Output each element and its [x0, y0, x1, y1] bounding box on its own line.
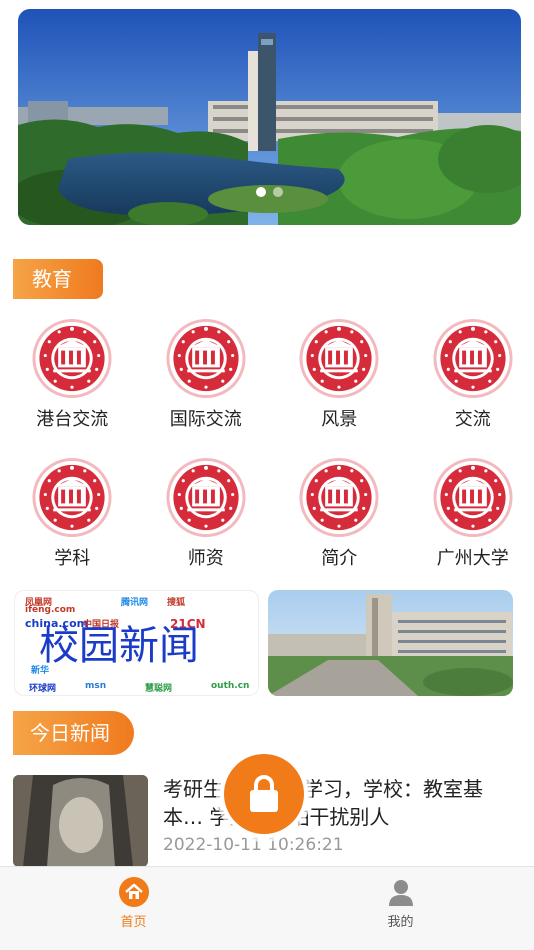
grid-item-guangzhou-university[interactable]: 广州大学 — [401, 457, 534, 570]
grid-item-faculty[interactable]: 师资 — [134, 457, 268, 570]
tab-home[interactable]: 首页 — [0, 867, 267, 950]
grid-item-label: 广州大学 — [436, 548, 509, 569]
article-thumbnail — [13, 775, 148, 867]
grid-item-scenery[interactable]: 风景 — [267, 318, 401, 431]
university-seal-icon — [32, 318, 112, 399]
carousel-dots — [18, 187, 521, 197]
lock-icon — [250, 775, 278, 812]
grid-item-intro[interactable]: 简介 — [267, 457, 401, 570]
grid-item-international[interactable]: 国际交流 — [134, 318, 268, 431]
grid-item-label: 简介 — [321, 548, 358, 569]
tab-label-home: 首页 — [120, 915, 147, 930]
grid-item-label: 国际交流 — [169, 409, 242, 430]
grid-item-label: 学科 — [54, 548, 91, 569]
section-label-education: 教育 — [13, 259, 103, 299]
bottom-tab-bar: 首页 我的 — [0, 866, 534, 950]
news-logo: msn — [85, 681, 107, 691]
grid-item-label: 师资 — [187, 548, 224, 569]
news-logo: 慧聪网 — [145, 684, 173, 694]
grid-item-label: 港台交流 — [36, 409, 109, 430]
article-title: 考研生自带帐篷学习，学校：教室基本… 学生背书怕干扰别人 — [163, 777, 483, 829]
grid-item-label: 风景 — [321, 409, 358, 430]
education-grid: 港台交流 国际交流 风景 交流 学科 师资 简介 广州大学 — [0, 318, 534, 570]
carousel-dot[interactable] — [273, 187, 283, 197]
home-icon — [118, 877, 149, 907]
grid-item-label: 交流 — [454, 409, 491, 430]
campus-news-card[interactable]: 凤凰网 ifeng.com 腾讯网 搜狐 china.com 中国日报 21CN… — [14, 590, 259, 696]
campus-news-title: 校园新闻 — [39, 623, 199, 669]
article-timestamp: 2022-10-11 10:26:21 — [163, 835, 344, 855]
banner-carousel[interactable] — [18, 9, 521, 225]
news-logo: outh.cn — [211, 681, 250, 691]
news-logo: 搜狐 — [167, 598, 186, 608]
university-seal-icon — [166, 318, 246, 399]
section-label-today-news: 今日新闻 — [13, 711, 134, 755]
tab-mine[interactable]: 我的 — [267, 867, 534, 950]
grid-item-exchange[interactable]: 交流 — [401, 318, 534, 431]
university-seal-icon — [32, 457, 112, 538]
campus-buildings-photo — [268, 590, 513, 696]
floating-lock-button[interactable] — [220, 750, 308, 838]
university-seal-icon — [299, 318, 379, 399]
grid-item-gangtai[interactable]: 港台交流 — [0, 318, 134, 431]
tab-label-mine: 我的 — [387, 915, 414, 930]
news-logo: 环球网 — [29, 684, 57, 694]
campus-photo-card[interactable] — [268, 590, 513, 696]
news-logo: 腾讯网 — [121, 598, 149, 608]
university-seal-icon — [433, 318, 513, 399]
university-seal-icon — [299, 457, 379, 538]
carousel-dot-active[interactable] — [256, 187, 266, 197]
grid-item-discipline[interactable]: 学科 — [0, 457, 134, 570]
user-icon — [388, 880, 413, 906]
university-seal-icon — [166, 457, 246, 538]
university-seal-icon — [433, 457, 513, 538]
